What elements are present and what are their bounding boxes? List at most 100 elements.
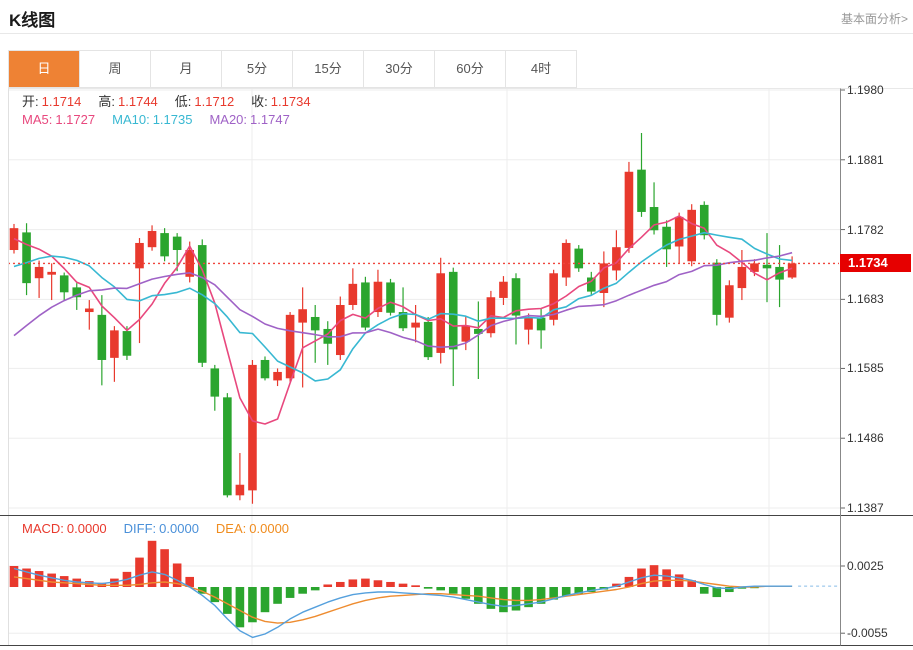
macd-bar [449, 587, 458, 594]
tab-3-5分[interactable]: 5分 [222, 51, 293, 87]
macd-histogram [10, 541, 759, 628]
macd-bar [261, 587, 270, 612]
tab-2-月[interactable]: 月 [151, 51, 222, 87]
ma-legend-ma5-label: MA5: [22, 112, 52, 127]
candle-body [160, 233, 169, 256]
candle-body [211, 368, 220, 396]
candle-body [349, 284, 358, 305]
tab-0-日[interactable]: 日 [9, 51, 80, 87]
macd-bar [349, 579, 358, 587]
macd-bar [47, 574, 56, 587]
macd-legend-macd-value: 0.0000 [67, 521, 107, 536]
ma-legend-ma20-value: 1.1747 [250, 112, 290, 127]
kline-widget: K线图 基本面分析> 日周月5分15分30分60分4时 开:1.1714高:1.… [0, 0, 913, 650]
candle-body [98, 315, 107, 360]
candle-body [336, 305, 345, 355]
price-tick-1.1585: 1.1585 [847, 360, 884, 376]
ohlc-legend-low-label: 低: [175, 94, 192, 109]
ohlc-legend: 开:1.1714高:1.1744低:1.1712收:1.1734 [22, 91, 328, 110]
tab-6-60分[interactable]: 60分 [435, 51, 506, 87]
macd-bar [311, 587, 320, 590]
candle-body [725, 285, 734, 317]
macd-bar [35, 571, 44, 587]
price-tick-1.1881: 1.1881 [847, 152, 884, 168]
candle-body [361, 282, 370, 327]
candle-body [499, 282, 508, 298]
macd-bar [700, 587, 709, 594]
candle-body [248, 365, 257, 490]
macd-bar [399, 584, 408, 587]
current-price-tag: 1.1734 [840, 254, 911, 272]
candle-body [173, 237, 182, 250]
macd-legend-macd-label: MACD: [22, 521, 64, 536]
candle-body [123, 331, 132, 356]
candle-body [311, 317, 320, 330]
macd-bar [386, 582, 395, 587]
candle-body [47, 272, 56, 275]
price-tick-1.1486: 1.1486 [847, 430, 884, 446]
candle-body [537, 318, 546, 331]
candle-body [524, 318, 533, 330]
macd-bar [436, 587, 445, 590]
macd-bar [374, 580, 383, 587]
candle-body [135, 243, 144, 268]
candle-body [637, 170, 646, 212]
macd-legend-diff-label: DIFF: [124, 521, 157, 536]
tab-1-周[interactable]: 周 [80, 51, 151, 87]
macd-bar [411, 585, 420, 587]
candlestick-layer [10, 133, 797, 504]
candle-body [449, 272, 458, 350]
interval-tab-bar: 日周月5分15分30分60分4时 [8, 50, 577, 88]
macd-bar [236, 587, 245, 627]
macd-bar [135, 558, 144, 587]
macd-legend: MACD:0.0000DIFF:0.0000DEA:0.0000 [22, 521, 306, 536]
macd-bar [60, 576, 69, 587]
price-tick-1.1980: 1.1980 [847, 82, 884, 98]
candle-body [763, 265, 772, 269]
macd-legend-dea-value: 0.0000 [249, 521, 289, 536]
ma-legend-ma10-value: 1.1735 [153, 112, 193, 127]
candle-body [298, 309, 307, 322]
fundamental-analysis-link[interactable]: 基本面分析> [841, 10, 908, 27]
macd-bar [298, 587, 307, 594]
macd-bar [223, 587, 232, 614]
macd-bar [336, 582, 345, 587]
macd-bar [273, 587, 282, 604]
candle-body [713, 263, 722, 315]
candle-body [22, 232, 31, 283]
macd-bar [211, 587, 220, 602]
candle-body [85, 309, 94, 313]
candle-body [223, 397, 232, 495]
candle-body [386, 282, 395, 312]
ohlc-legend-close-label: 收: [251, 94, 268, 109]
candle-body [411, 323, 420, 328]
price-tick-1.1782: 1.1782 [847, 222, 884, 238]
candle-body [148, 231, 157, 247]
macd-bar [361, 579, 370, 587]
candle-body [110, 330, 119, 357]
candle-body [424, 322, 433, 357]
price-tick-1.1683: 1.1683 [847, 291, 884, 307]
ma-legend-ma20-label: MA20: [209, 112, 247, 127]
macd-bar [462, 587, 471, 599]
ohlc-legend-high-label: 高: [98, 94, 115, 109]
macd-bar [148, 541, 157, 587]
price-tick-1.1387: 1.1387 [847, 500, 884, 516]
tab-5-30分[interactable]: 30分 [364, 51, 435, 87]
tab-4-15分[interactable]: 15分 [293, 51, 364, 87]
macd-bar [286, 587, 295, 598]
candle-body [236, 485, 245, 496]
candle-body [587, 278, 596, 292]
candle-body [462, 325, 471, 341]
candle-body [60, 275, 69, 292]
candle-body [738, 267, 747, 288]
ohlc-legend-close-value: 1.1734 [271, 94, 311, 109]
ohlc-legend-high-value: 1.1744 [118, 94, 158, 109]
candle-body [35, 267, 44, 278]
ohlc-legend-low-value: 1.1712 [194, 94, 234, 109]
tab-7-4时[interactable]: 4时 [506, 51, 576, 87]
macd-tick--0.0055: -0.0055 [847, 625, 888, 641]
ohlc-legend-open-value: 1.1714 [42, 94, 82, 109]
gridlines [8, 89, 840, 646]
macd-bar [662, 569, 671, 587]
